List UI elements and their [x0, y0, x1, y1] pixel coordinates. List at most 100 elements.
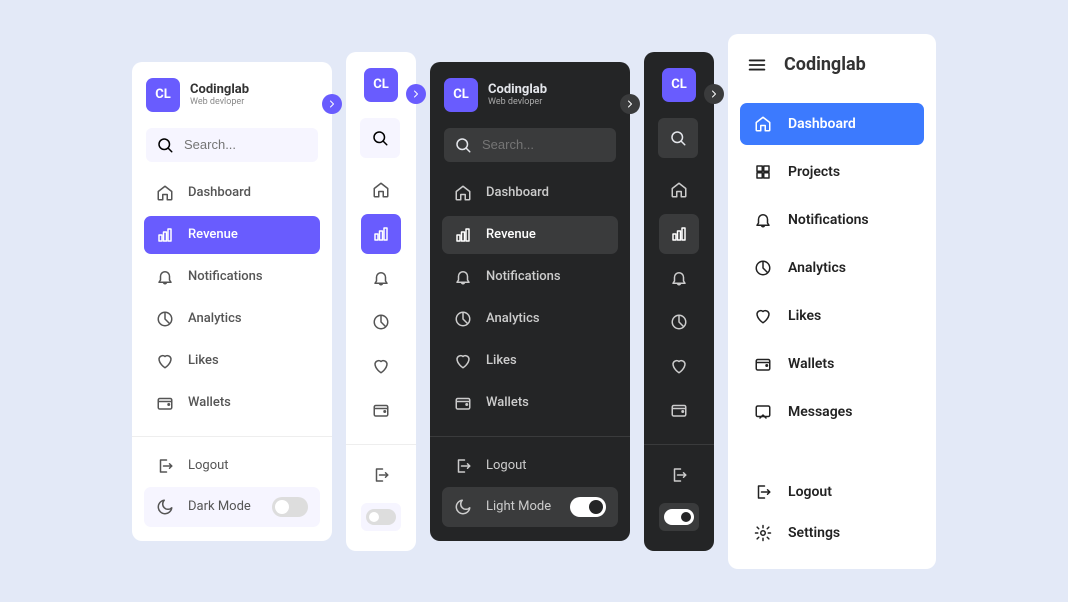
logout-button[interactable] [361, 455, 401, 495]
brand-title: Codinglab [488, 82, 547, 97]
bell-icon [156, 268, 174, 286]
nav-label: Notifications [788, 212, 869, 228]
nav-analytics[interactable]: Analytics [442, 300, 618, 338]
pie-icon [754, 259, 772, 277]
bell-icon [454, 268, 472, 286]
nav-likes[interactable] [659, 346, 699, 386]
nav-revenue[interactable] [659, 214, 699, 254]
search-button[interactable] [360, 118, 400, 158]
logo: CL [444, 78, 478, 112]
menu-icon[interactable] [746, 54, 768, 76]
nav-analytics[interactable]: Analytics [740, 247, 924, 289]
nav-notifications[interactable]: Notifications [144, 258, 320, 296]
bell-icon [372, 269, 390, 287]
nav-revenue[interactable] [361, 214, 401, 254]
nav-wallets[interactable]: Wallets [144, 384, 320, 422]
logout-icon [754, 483, 772, 501]
logout-button[interactable] [659, 455, 699, 495]
search-field[interactable] [184, 137, 308, 152]
nav-dashboard[interactable] [361, 170, 401, 210]
settings-icon [754, 524, 772, 542]
logo: CL [662, 68, 696, 102]
mode-label: Dark Mode [188, 499, 251, 514]
nav-list: Dashboard Projects Notifications Analyti… [728, 96, 936, 440]
nav-revenue[interactable]: Revenue [144, 216, 320, 254]
theme-switch[interactable] [659, 503, 699, 531]
theme-toggle-row: Dark Mode [144, 487, 320, 527]
sidebar-light-collapsed: CL [346, 52, 416, 551]
logout-button[interactable]: Logout [144, 447, 320, 485]
logout-icon [454, 457, 472, 475]
nav-revenue[interactable]: Revenue [442, 216, 618, 254]
nav-label: Likes [188, 353, 219, 368]
nav-analytics[interactable]: Analytics [144, 300, 320, 338]
nav-label: Dashboard [788, 116, 856, 132]
nav-notifications[interactable]: Notifications [740, 199, 924, 241]
settings-button[interactable]: Settings [740, 514, 924, 552]
search-button[interactable] [658, 118, 698, 158]
nav-analytics[interactable] [361, 302, 401, 342]
wallet-icon [372, 401, 390, 419]
wallet-icon [754, 355, 772, 373]
nav-label: Revenue [486, 227, 536, 242]
collapse-toggle[interactable] [620, 94, 640, 114]
mode-label: Light Mode [486, 499, 551, 514]
settings-label: Settings [788, 525, 840, 541]
sidebar-header: CL Codinglab Web devloper [430, 62, 630, 122]
nav-wallets[interactable]: Wallets [442, 384, 618, 422]
search-icon [669, 129, 687, 147]
nav-label: Notifications [188, 269, 263, 284]
nav-likes[interactable] [361, 346, 401, 386]
search-field[interactable] [482, 137, 606, 152]
logo: CL [364, 68, 398, 102]
nav-likes[interactable]: Likes [740, 295, 924, 337]
chart-icon [454, 226, 472, 244]
nav-likes[interactable]: Likes [144, 342, 320, 380]
heart-icon [670, 357, 688, 375]
collapse-toggle[interactable] [322, 94, 342, 114]
sidebar-header: CL [346, 52, 416, 112]
nav-label: Wallets [188, 395, 231, 410]
nav-messages[interactable]: Messages [740, 391, 924, 433]
nav-notifications[interactable]: Notifications [442, 258, 618, 296]
nav-label: Messages [788, 404, 852, 420]
nav-dashboard[interactable]: Dashboard [442, 174, 618, 212]
chart-icon [670, 225, 688, 243]
nav-analytics[interactable] [659, 302, 699, 342]
pie-icon [372, 313, 390, 331]
nav-likes[interactable]: Likes [442, 342, 618, 380]
expand-toggle[interactable] [406, 84, 426, 104]
nav-label: Notifications [486, 269, 561, 284]
home-icon [754, 115, 772, 133]
theme-switch[interactable] [272, 497, 308, 517]
nav-notifications[interactable] [659, 258, 699, 298]
nav-wallets[interactable]: Wallets [740, 343, 924, 385]
logout-icon [670, 466, 688, 484]
nav-wallets[interactable] [361, 390, 401, 430]
theme-toggle-row: Light Mode [442, 487, 618, 527]
nav-wallets[interactable] [659, 390, 699, 430]
pie-icon [454, 310, 472, 328]
home-icon [670, 181, 688, 199]
search-input[interactable] [146, 128, 318, 162]
logout-button[interactable]: Logout [442, 447, 618, 485]
nav-notifications[interactable] [361, 258, 401, 298]
divider [430, 436, 630, 437]
theme-switch[interactable] [570, 497, 606, 517]
logout-label: Logout [188, 458, 229, 473]
message-icon [754, 403, 772, 421]
nav-dashboard[interactable]: Dashboard [144, 174, 320, 212]
sidebar-header: Codinglab [728, 34, 936, 96]
expand-toggle[interactable] [704, 84, 724, 104]
sidebar-alt: Codinglab Dashboard Projects Notificatio… [728, 34, 936, 569]
sidebar-dark-collapsed: CL [644, 52, 714, 551]
sidebar-light-expanded: CL Codinglab Web devloper Dashboard Reve… [132, 62, 332, 541]
theme-switch[interactable] [361, 503, 401, 531]
search-input[interactable] [444, 128, 616, 162]
nav-projects[interactable]: Projects [740, 151, 924, 193]
nav-dashboard[interactable]: Dashboard [740, 103, 924, 145]
logout-button[interactable]: Logout [740, 473, 924, 511]
nav-label: Analytics [486, 311, 540, 326]
moon-icon [156, 498, 174, 516]
nav-dashboard[interactable] [659, 170, 699, 210]
